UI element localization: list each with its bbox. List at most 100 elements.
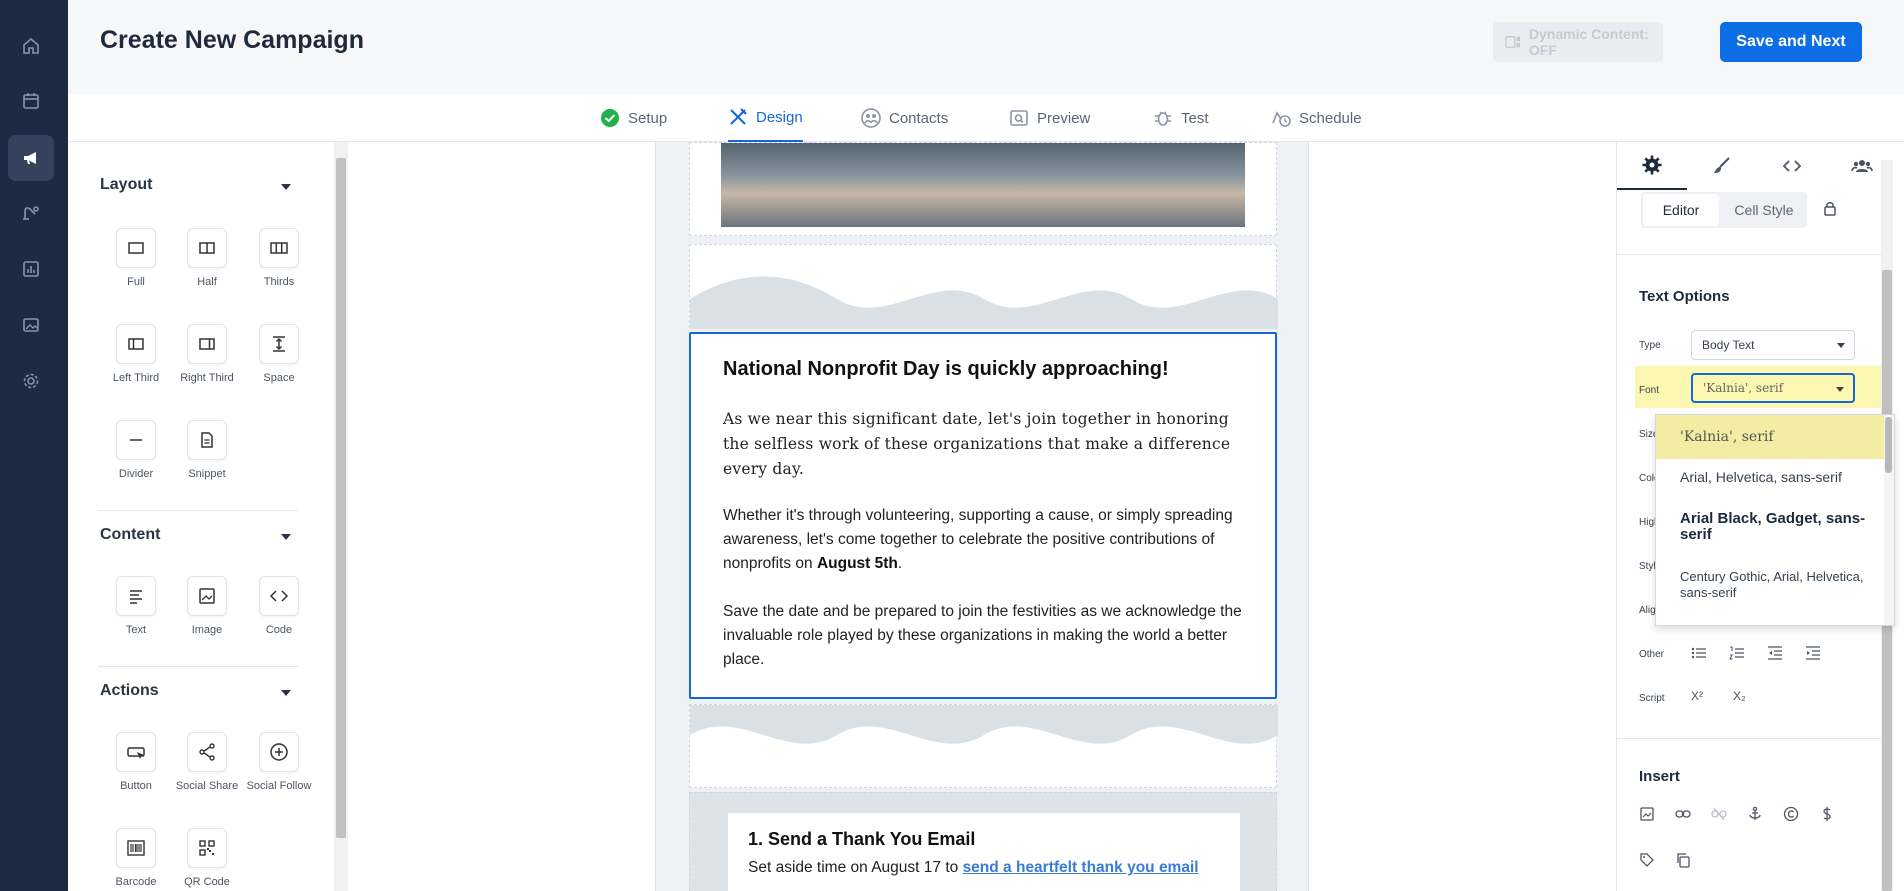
bullet-list-icon[interactable] bbox=[1691, 645, 1707, 661]
automation-icon[interactable] bbox=[8, 190, 54, 236]
tab-test[interactable]: Test bbox=[1153, 94, 1209, 142]
block-divider[interactable]: Divider bbox=[100, 420, 172, 480]
tips-row[interactable]: 1. Send a Thank You Email Set aside time… bbox=[689, 792, 1277, 891]
dynamic-content-button[interactable]: Dynamic Content: OFF bbox=[1493, 22, 1663, 62]
insert-tools bbox=[1639, 806, 1835, 822]
font-option-kalnia[interactable]: 'Kalnia', serif bbox=[1656, 415, 1884, 459]
layout-right-third-icon bbox=[199, 338, 215, 350]
font-select[interactable]: 'Kalnia', serif bbox=[1691, 373, 1855, 403]
copy-icon[interactable] bbox=[1675, 852, 1691, 868]
tip-text: Set aside time on August 17 to send a he… bbox=[748, 856, 1220, 880]
bug-icon bbox=[1155, 111, 1171, 126]
dropdown-scrollbar[interactable] bbox=[1884, 415, 1894, 625]
block-image[interactable]: Image bbox=[171, 576, 243, 636]
tab-code[interactable] bbox=[1757, 142, 1827, 190]
block-label: Half bbox=[197, 276, 217, 288]
block-full[interactable]: Full bbox=[100, 228, 172, 288]
font-option-arial-black[interactable]: Arial Black, Gadget, sans-serif bbox=[1656, 511, 1884, 543]
block-social-follow[interactable]: Social Follow bbox=[243, 732, 315, 792]
image-row[interactable] bbox=[689, 142, 1277, 236]
thank-you-email-link[interactable]: send a heartfelt thank you email bbox=[963, 859, 1199, 876]
gear-icon bbox=[1642, 155, 1662, 175]
block-qr-code[interactable]: QR Code bbox=[171, 828, 243, 888]
dynamic-content-label: Dynamic Content: OFF bbox=[1528, 26, 1649, 58]
indent-icon[interactable] bbox=[1805, 645, 1821, 661]
font-option-century-gothic[interactable]: Century Gothic, Arial, Helvetica, sans-s… bbox=[1656, 569, 1884, 601]
numbered-list-icon[interactable] bbox=[1729, 645, 1745, 661]
tab-preview-label: Preview bbox=[1037, 109, 1091, 127]
block-social-share[interactable]: Social Share bbox=[171, 732, 243, 792]
outdent-icon[interactable] bbox=[1767, 645, 1783, 661]
scrollbar-thumb[interactable] bbox=[1885, 417, 1892, 473]
tab-schedule[interactable]: Schedule bbox=[1271, 94, 1362, 142]
tab-style[interactable] bbox=[1687, 142, 1757, 190]
subscript-icon[interactable]: X₂ bbox=[1733, 689, 1746, 703]
block-button[interactable]: Button bbox=[100, 732, 172, 792]
reports-icon[interactable] bbox=[8, 246, 54, 292]
tip-heading: 1. Send a Thank You Email bbox=[748, 829, 976, 849]
scrollbar-thumb[interactable] bbox=[336, 158, 346, 838]
tab-schedule-label: Schedule bbox=[1299, 109, 1362, 127]
save-and-next-button[interactable]: Save and Next bbox=[1720, 22, 1862, 62]
panel-divider bbox=[1617, 254, 1881, 255]
link-icon[interactable] bbox=[1675, 806, 1691, 822]
blocks-scrollbar[interactable] bbox=[334, 142, 348, 891]
insert-image-icon[interactable] bbox=[1639, 806, 1655, 822]
home-icon[interactable] bbox=[8, 23, 54, 69]
layout-collapse-caret[interactable] bbox=[281, 184, 291, 190]
tip-card: 1. Send a Thank You Email Set aside time… bbox=[728, 813, 1240, 891]
block-right-third[interactable]: Right Third bbox=[171, 324, 243, 384]
schedule-icon bbox=[1272, 111, 1291, 127]
lock-icon[interactable] bbox=[1823, 200, 1837, 216]
block-space[interactable]: Space bbox=[243, 324, 315, 384]
font-option-arial[interactable]: Arial, Helvetica, sans-serif bbox=[1656, 469, 1884, 485]
font-value: 'Kalnia', serif bbox=[1703, 381, 1784, 395]
cell-style-toggle[interactable]: Cell Style bbox=[1723, 194, 1805, 226]
block-label: Social Share bbox=[175, 780, 239, 792]
plus-circle-icon bbox=[270, 743, 288, 761]
block-left-third[interactable]: Left Third bbox=[100, 324, 172, 384]
layout-section-title: Layout bbox=[100, 176, 153, 193]
para2-end: . bbox=[897, 555, 903, 572]
dollar-icon[interactable] bbox=[1819, 806, 1835, 822]
text-block-selected[interactable]: National Nonprofit Day is quickly approa… bbox=[689, 332, 1277, 699]
block-thirds[interactable]: Thirds bbox=[243, 228, 315, 288]
campaign-steps: Setup Design Contacts Preview Test Sched… bbox=[68, 94, 1904, 142]
tab-preview[interactable]: Preview bbox=[1009, 94, 1090, 142]
block-snippet[interactable]: Snippet bbox=[171, 420, 243, 480]
megaphone-icon[interactable] bbox=[8, 135, 54, 181]
layout-half-icon bbox=[199, 242, 215, 254]
unlink-icon[interactable] bbox=[1711, 806, 1727, 822]
block-text[interactable]: Text bbox=[100, 576, 172, 636]
content-collapse-caret[interactable] bbox=[281, 534, 291, 540]
actions-collapse-caret[interactable] bbox=[281, 690, 291, 696]
type-select[interactable]: Body Text bbox=[1691, 330, 1855, 360]
contacts-icon bbox=[861, 108, 881, 128]
tab-settings[interactable] bbox=[1617, 142, 1687, 190]
anchor-icon[interactable] bbox=[1747, 806, 1763, 822]
tab-contacts[interactable]: Contacts bbox=[861, 94, 948, 142]
tab-setup[interactable]: Setup bbox=[600, 94, 667, 142]
tag-icon[interactable] bbox=[1639, 852, 1655, 868]
block-half[interactable]: Half bbox=[171, 228, 243, 288]
superscript-icon[interactable]: X² bbox=[1691, 689, 1703, 703]
nav-rail bbox=[0, 0, 68, 891]
settings-icon[interactable] bbox=[8, 358, 54, 404]
other-tools bbox=[1691, 645, 1821, 661]
people-icon bbox=[1851, 160, 1873, 172]
tab-design[interactable]: Design bbox=[728, 94, 803, 142]
check-circle-icon bbox=[601, 109, 619, 127]
para2-date: August 5th bbox=[816, 555, 898, 572]
panel-divider bbox=[1617, 738, 1881, 739]
wave-divider-top[interactable] bbox=[689, 244, 1278, 329]
media-icon[interactable] bbox=[8, 302, 54, 348]
block-code[interactable]: Code bbox=[243, 576, 315, 636]
email-heading: National Nonprofit Day is quickly approa… bbox=[723, 358, 1169, 380]
block-barcode[interactable]: Barcode bbox=[100, 828, 172, 888]
editor-toggle[interactable]: Editor bbox=[1643, 194, 1719, 226]
chevron-down-icon bbox=[1836, 387, 1844, 392]
wave-divider-bottom[interactable] bbox=[689, 704, 1278, 788]
email-paragraph-3: Save the date and be prepared to join th… bbox=[723, 603, 1242, 668]
calendar-icon[interactable] bbox=[8, 78, 54, 124]
copyright-icon[interactable] bbox=[1783, 806, 1799, 822]
